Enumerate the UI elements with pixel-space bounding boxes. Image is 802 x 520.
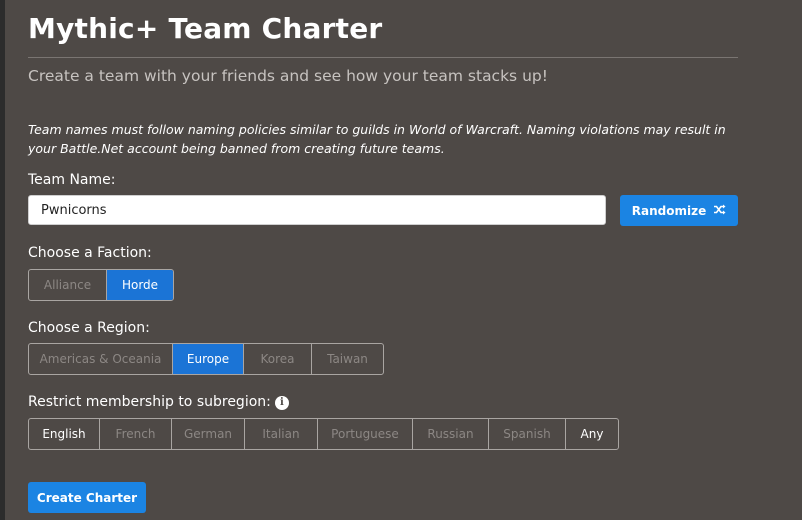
subregion-option-french[interactable]: French	[100, 419, 172, 449]
naming-policy-notice: Team names must follow naming policies s…	[28, 122, 726, 156]
subregion-label: Restrict membership to subregion: i	[28, 394, 289, 410]
region-option-europe[interactable]: Europe	[173, 344, 244, 374]
create-charter-button[interactable]: Create Charter	[28, 482, 146, 513]
subregion-selector: English French German Italian Portuguese Russ…	[28, 418, 619, 450]
faction-label: Choose a Faction:	[28, 245, 152, 261]
subregion-option-english[interactable]: English	[29, 419, 100, 449]
team-name-input[interactable]	[28, 195, 606, 225]
region-selector: Americas & Oceania Europe Korea Taiwan	[28, 343, 384, 375]
subregion-option-spanish[interactable]: Spanish	[489, 419, 566, 449]
subregion-option-any[interactable]: Any	[566, 419, 618, 449]
randomize-label: Randomize	[631, 203, 707, 218]
faction-selector: Alliance Horde	[28, 269, 174, 301]
title-divider	[28, 57, 738, 58]
page-title: Mythic+ Team Charter	[28, 12, 383, 45]
subregion-label-text: Restrict membership to subregion:	[28, 394, 271, 410]
region-label: Choose a Region:	[28, 320, 150, 336]
info-icon[interactable]: i	[274, 396, 289, 410]
subregion-option-russian[interactable]: Russian	[413, 419, 489, 449]
left-edge-strip	[0, 0, 5, 520]
faction-option-alliance[interactable]: Alliance	[29, 270, 107, 300]
faction-option-horde[interactable]: Horde	[107, 270, 173, 300]
region-option-americas-oceania[interactable]: Americas & Oceania	[29, 344, 173, 374]
subregion-option-german[interactable]: German	[172, 419, 245, 449]
page-subtitle: Create a team with your friends and see …	[28, 67, 548, 85]
team-name-label: Team Name:	[28, 172, 116, 188]
region-option-korea[interactable]: Korea	[244, 344, 312, 374]
shuffle-icon	[714, 204, 726, 217]
subregion-option-portuguese[interactable]: Portuguese	[318, 419, 413, 449]
region-option-taiwan[interactable]: Taiwan	[312, 344, 383, 374]
subregion-option-italian[interactable]: Italian	[245, 419, 318, 449]
randomize-button[interactable]: Randomize	[620, 195, 738, 226]
